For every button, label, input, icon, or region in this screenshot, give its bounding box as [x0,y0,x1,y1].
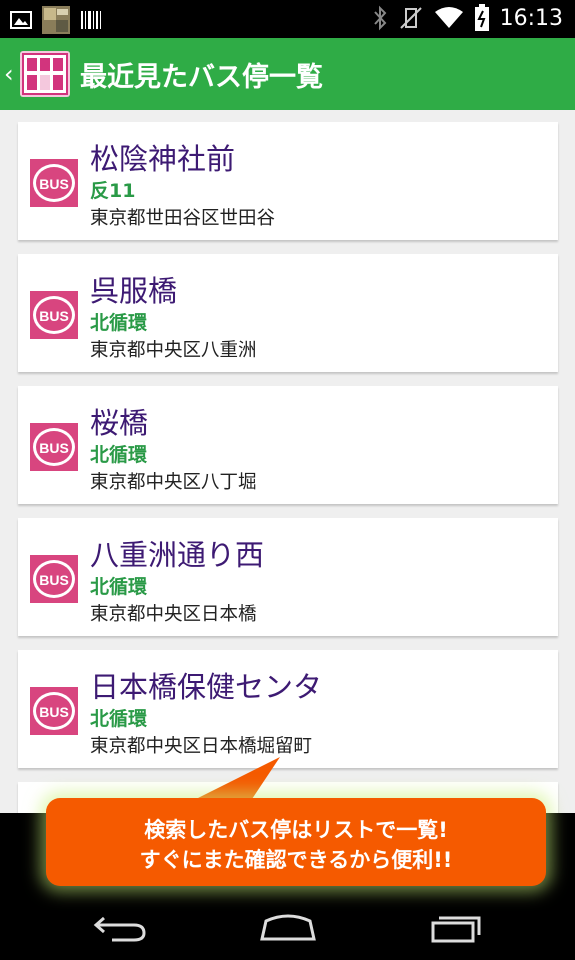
vibrate-off-icon [399,7,422,29]
back-icon[interactable] [92,913,148,943]
bluetooth-icon [373,5,386,31]
stop-address: 東京都世田谷区世田谷 [90,208,276,229]
bus-stop-list-item[interactable]: BUS 八重洲通り西 北循環 東京都中央区日本橋 [18,518,558,636]
svg-text:BUS: BUS [39,440,69,456]
status-bar: 16:13 [0,0,575,38]
bus-stop-list-item[interactable]: BUS 日本橋保健センタ 北循環 東京都中央区日本橋堀留町 [18,650,558,768]
app-thumbnail-icon [42,6,70,34]
bus-stop-app-icon[interactable] [20,51,70,97]
system-icons: 16:13 [372,4,563,32]
route-name: 北循環 [90,444,148,466]
stop-address: 東京都中央区日本橋 [90,604,257,625]
bus-stop-list-item[interactable]: BUS 松陰神社前 反11 東京都世田谷区世田谷 [18,122,558,240]
stop-name: 桜橋 [90,406,149,440]
battery-icon [474,4,489,31]
callout-line-1: 検索したバス停はリストで一覧! [144,818,448,842]
stop-address: 東京都中央区八重洲 [90,340,257,361]
picture-icon [10,11,32,29]
recent-apps-icon[interactable] [430,913,486,943]
callout-line-2: すぐにまた確認できるから便利!! [139,848,453,872]
action-bar: ‹ 最近見たバス停一覧 [0,38,575,110]
wifi-icon [434,7,463,28]
bus-icon: BUS [30,555,78,603]
stop-name: 松陰神社前 [90,142,236,176]
route-name: 反11 [90,180,136,202]
svg-text:BUS: BUS [39,308,69,324]
bus-stop-list-item[interactable]: BUS 桜橋 北循環 東京都中央区八丁堀 [18,386,558,504]
bus-icon: BUS [30,423,78,471]
up-chevron-icon[interactable]: ‹ [4,60,16,88]
stop-name: 日本橋保健センタ [90,670,323,704]
stop-address: 東京都中央区八丁堀 [90,472,257,493]
stop-name: 呉服橋 [90,274,178,308]
bus-icon: BUS [30,291,78,339]
svg-text:BUS: BUS [39,704,69,720]
route-name: 北循環 [90,576,148,598]
bus-stop-list-item[interactable]: BUS 呉服橋 北循環 東京都中央区八重洲 [18,254,558,372]
route-name: 北循環 [90,708,148,730]
home-icon[interactable] [259,913,317,941]
bus-icon: BUS [30,159,78,207]
svg-text:BUS: BUS [39,572,69,588]
route-name: 北循環 [90,312,148,334]
stop-name: 八重洲通り西 [90,538,265,572]
recent-bus-stop-list: BUS 松陰神社前 反11 東京都世田谷区世田谷 BUS 呉服橋 北循環 東京都… [18,122,558,836]
screen-title: 最近見たバス停一覧 [80,61,323,93]
barcode-icon [81,11,101,29]
promo-callout: 検索したバス停はリストで一覧! すぐにまた確認できるから便利!! [46,798,546,886]
status-time: 16:13 [499,5,563,31]
svg-text:BUS: BUS [39,176,69,192]
notification-icons [10,6,102,34]
bus-icon: BUS [30,687,78,735]
